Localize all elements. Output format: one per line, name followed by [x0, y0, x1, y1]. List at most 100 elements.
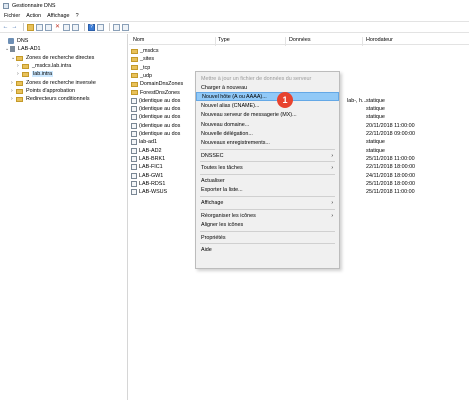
record-timestamp: 22/11/2018 18:00:00: [366, 164, 416, 171]
menu-item[interactable]: Charger à nouveau: [196, 83, 339, 92]
menu-item-label: Nouvel alias (CNAME)...: [201, 103, 260, 110]
tree-item-server[interactable]: ⌄ LAB-AD1: [5, 45, 40, 53]
submenu-arrow-icon: ›: [331, 212, 333, 219]
tree-item-label: DNS: [17, 38, 29, 44]
tree-item-label: _msdcs.lab.intra: [32, 63, 72, 69]
column-header-name[interactable]: Nom: [133, 37, 144, 43]
tree-item-label: lab.intra: [32, 71, 54, 77]
column-divider[interactable]: [362, 37, 363, 46]
folder-icon: [131, 81, 138, 87]
tree-item-conditional-forwarders[interactable]: › Redirecteurs conditionnels: [11, 95, 90, 103]
tree-item-label: Points d'approbation: [26, 88, 75, 94]
record-name: LAB-FIC1: [139, 164, 163, 171]
list-row[interactable]: _tcp: [129, 64, 150, 72]
server-icon[interactable]: [113, 23, 120, 31]
record-name: _msdcs: [140, 48, 159, 54]
list-row[interactable]: _sites: [129, 55, 154, 63]
menu-item[interactable]: Aide: [196, 246, 339, 255]
tree-item-trust-points[interactable]: › Points d'approbation: [11, 87, 75, 95]
column-header-timestamp[interactable]: Horodateur: [366, 37, 393, 43]
list-row[interactable]: ForestDnsZones: [129, 89, 180, 97]
menu-item[interactable]: Nouvel hôte (A ou AAAA)...: [196, 92, 339, 102]
record-name: LAB-GW1: [139, 172, 164, 179]
zone-icon: [22, 63, 29, 69]
up-folder-icon[interactable]: [27, 23, 34, 31]
forward-icon[interactable]: →: [11, 24, 18, 31]
menu-item[interactable]: Nouveau domaine...: [196, 120, 339, 129]
list-row[interactable]: (identique au dos lab-, h... statique: [129, 97, 385, 105]
list-row[interactable]: _msdcs: [129, 47, 159, 55]
record-timestamp: 25/11/2018 11:00:00: [366, 189, 415, 196]
menu-item[interactable]: Propriétés: [196, 233, 339, 242]
list-row[interactable]: (identique au dos 22/11/2018 09:00:00: [129, 130, 415, 138]
menu-item[interactable]: Actualiser: [196, 177, 339, 186]
folder-icon: [131, 48, 138, 54]
menu-item[interactable]: Exporter la liste...: [196, 186, 339, 195]
menu-action[interactable]: Action: [26, 13, 41, 19]
toolbar: ← → ✕ ?: [0, 21, 469, 33]
list-row[interactable]: (identique au dos statique: [129, 105, 385, 113]
dns-icon: [8, 38, 14, 44]
menu-item[interactable]: Nouvel alias (CNAME)...: [196, 102, 339, 111]
list-row[interactable]: LAB-FIC1 22/11/2018 18:00:00: [129, 163, 415, 171]
menu-item-label: Actualiser: [201, 178, 225, 184]
record-name: (identique au dos: [139, 97, 181, 104]
column-divider[interactable]: [285, 37, 286, 46]
tree-item-msdcs-zone[interactable]: › _msdcs.lab.intra: [17, 62, 71, 70]
zone-icon[interactable]: [122, 23, 129, 31]
column-header-data[interactable]: Données: [289, 37, 311, 43]
menu-item[interactable]: Toutes les tâches ›: [196, 164, 339, 173]
record-name: (identique au dos: [139, 106, 181, 113]
menu-item[interactable]: Affichage ›: [196, 198, 339, 207]
tree-item-lab-intra[interactable]: › lab.intra: [17, 70, 54, 78]
list-row[interactable]: LAB-AD2 statique: [129, 147, 385, 155]
menu-item[interactable]: Nouveaux enregistrements...: [196, 138, 339, 147]
menu-item[interactable]: DNSSEC ›: [196, 151, 339, 160]
list-row[interactable]: LAB-BRK1 25/11/2018 11:00:00: [129, 155, 415, 163]
record-name: _udp: [140, 72, 152, 79]
refresh-icon[interactable]: [63, 23, 70, 31]
list-header: Nom Type Données Horodateur: [129, 36, 469, 46]
tree-item-forward-zones[interactable]: ⌄ Zones de recherche directes: [11, 54, 94, 62]
record-name: LAB-BRK1: [139, 155, 166, 162]
list-row[interactable]: LAB-WSUS 25/11/2018 11:00:00: [129, 188, 415, 196]
server-icon: [10, 46, 15, 52]
list-view-icon[interactable]: [45, 23, 52, 31]
record-timestamp: statique: [366, 139, 385, 146]
export-icon[interactable]: [72, 23, 79, 31]
tree-item-reverse-zones[interactable]: › Zones de recherche inversée: [11, 79, 96, 87]
list-row[interactable]: (identique au dos statique: [129, 113, 385, 121]
menu-affichage[interactable]: Affichage: [47, 13, 69, 19]
menu-item[interactable]: Nouvelle délégation...: [196, 129, 339, 138]
tree-item-dns[interactable]: DNS: [3, 37, 28, 45]
column-divider[interactable]: [215, 37, 216, 46]
menu-item[interactable]: Réorganiser les icônes ›: [196, 211, 339, 220]
toolbar-separator: [84, 23, 85, 31]
menu-fichier[interactable]: Fichier: [4, 13, 20, 19]
menu-separator: [200, 148, 335, 150]
list-row[interactable]: LAB-RDS1 25/11/2018 18:00:00: [129, 180, 415, 188]
list-row[interactable]: lab-ad1 statique: [129, 138, 385, 146]
properties-icon[interactable]: [97, 23, 104, 31]
menu-item-label: Exporter la liste...: [201, 187, 243, 194]
folder-icon: [131, 90, 138, 95]
delete-icon[interactable]: ✕: [54, 24, 61, 31]
menu-help[interactable]: ?: [76, 13, 79, 19]
list-row[interactable]: _udp: [129, 72, 152, 80]
list-row[interactable]: LAB-GW1 24/11/2018 18:00:00: [129, 172, 415, 180]
menu-item[interactable]: Nouveau serveur de messagerie (MX)...: [196, 111, 339, 120]
list-row[interactable]: (identique au dos 20/11/2018 11:00:00: [129, 122, 415, 130]
help-icon[interactable]: ?: [88, 23, 95, 31]
record-timestamp: 22/11/2018 09:00:00: [366, 131, 416, 137]
menu-item-label: Charger à nouveau: [201, 84, 248, 91]
show-tree-icon[interactable]: [36, 23, 43, 31]
menu-item[interactable]: Aligner les icônes: [196, 220, 339, 229]
record-name: DomainDnsZones: [140, 81, 184, 88]
menu-item-label: Aligner les icônes: [201, 221, 244, 228]
record-timestamp: statique: [366, 147, 385, 154]
list-row[interactable]: DomainDnsZones: [129, 80, 183, 88]
record-name: (identique au dos: [139, 122, 181, 129]
back-icon[interactable]: ←: [2, 24, 9, 31]
column-header-type[interactable]: Type: [218, 37, 230, 43]
folder-icon: [131, 65, 138, 71]
